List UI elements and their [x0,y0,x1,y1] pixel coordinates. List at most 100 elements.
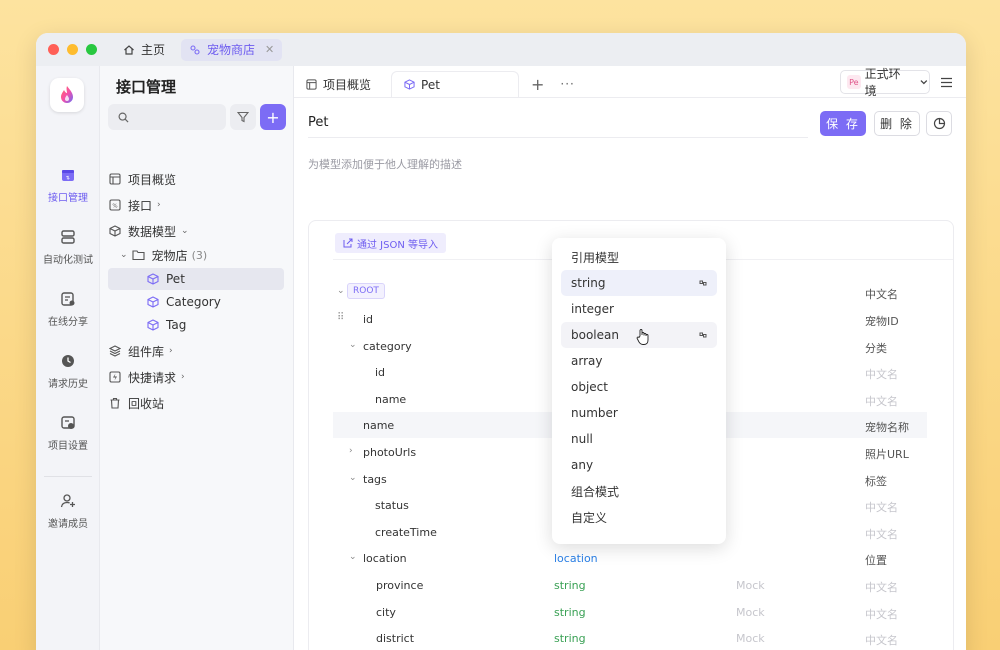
field-name[interactable]: province [376,579,423,592]
tree-item-quick-request[interactable]: 快捷请求 › [108,366,284,388]
pie-chart-icon [933,117,945,130]
field-cn-name[interactable]: 中文名 [865,632,898,648]
field-cn-name[interactable]: 标签 [865,473,887,489]
field-name[interactable]: id [375,366,385,379]
filter-button[interactable] [230,104,256,130]
tree-item-trash[interactable]: 回收站 [108,392,284,414]
tree-item-tag[interactable]: Tag [108,314,284,336]
project-tab[interactable]: 宠物商店 ✕ [181,38,283,61]
nav-divider [44,476,92,477]
schema-row[interactable]: province string Mock 中文名 [333,572,927,598]
field-cn-name[interactable]: 中文名 [865,499,898,515]
flame-logo-icon [61,86,73,103]
tree-item-components[interactable]: 组件库 › [108,340,284,362]
field-name[interactable]: name [363,419,394,432]
field-name[interactable]: location [363,552,407,565]
app-logo[interactable] [50,78,84,112]
chevron-down-icon: ⌄ [181,226,189,236]
save-button[interactable]: 保 存 [820,111,866,136]
field-name[interactable]: city [376,606,396,619]
field-cn-name[interactable]: 中文名 [865,366,898,382]
type-option-null[interactable]: null [561,426,717,452]
tree-item-pet[interactable]: Pet [108,268,284,290]
type-option-integer[interactable]: integer [561,296,717,322]
nav-item-settings[interactable]: 项目设置 [36,414,100,452]
nav-item-api[interactable]: ⇅ 接口管理 [36,166,100,204]
field-cn-name[interactable]: 中文名 [865,393,898,409]
more-tabs-button[interactable]: ··· [560,71,574,97]
tab-overview[interactable]: 项目概览 [294,71,383,97]
nav-item-history[interactable]: 请求历史 [36,352,100,390]
schema-row[interactable]: ⌄ location location 位置 [333,545,927,571]
field-cn-name[interactable]: 中文名 [865,606,898,622]
model-icon [109,225,121,237]
quick-request-icon [109,371,121,383]
maximize-window-button[interactable] [86,44,97,55]
tree-item-pet-store[interactable]: ⌄ 宠物店 (3) [108,244,284,266]
hand-cursor-icon [636,329,649,345]
new-tab-button[interactable]: + [531,71,544,97]
type-option-array[interactable]: array [561,348,717,374]
json-import-button[interactable]: 通过 JSON 等导入 [335,233,447,253]
tree-item-data-models[interactable]: 数据模型 ⌄ [108,220,284,242]
delete-button[interactable]: 删 除 [874,111,920,136]
field-name[interactable]: category [363,340,412,353]
menu-button[interactable] [936,71,956,93]
field-cn-name[interactable]: 照片URL [865,446,909,462]
schema-row[interactable]: city string Mock 中文名 [333,599,927,625]
field-name[interactable]: tags [363,473,387,486]
search-input[interactable] [135,111,215,123]
field-mock[interactable]: Mock [736,632,765,645]
description-input[interactable]: 为模型添加便于他人理解的描述 [308,156,462,172]
chevron-down-icon: ⌄ [349,340,357,350]
field-mock[interactable]: Mock [736,606,765,619]
close-tab-icon[interactable]: ✕ [265,43,274,56]
type-option-string[interactable]: string [561,270,717,296]
tab-pet[interactable]: Pet [391,71,520,97]
add-button[interactable]: + [260,104,286,130]
field-mock[interactable]: Mock [736,579,765,592]
model-name-input[interactable]: Pet [308,110,808,138]
sidebar-search[interactable] [108,104,226,130]
home-tab[interactable]: 主页 [115,39,173,61]
field-name[interactable]: photoUrls [363,446,416,459]
link-icon[interactable] [697,329,709,341]
field-type[interactable]: string [554,606,586,619]
nav-item-share[interactable]: 在线分享 [36,290,100,328]
field-cn-name[interactable]: 宠物ID [865,313,899,329]
type-option-any[interactable]: any [561,452,717,478]
environment-select[interactable]: Pe 正式环境 [840,67,930,98]
field-cn-name[interactable]: 中文名 [865,579,898,595]
more-actions-button[interactable] [926,111,952,136]
close-window-button[interactable] [48,44,59,55]
field-cn-name[interactable]: 分类 [865,340,887,356]
field-name[interactable]: status [375,499,409,512]
field-name[interactable]: district [376,632,414,645]
tree-item-label: 快捷请求 [128,370,177,385]
field-type[interactable]: string [554,632,586,645]
type-option-custom[interactable]: 自定义 [561,504,717,530]
type-option-object[interactable]: object [561,374,717,400]
plus-icon: + [266,107,280,127]
field-type[interactable]: location [554,552,598,565]
field-name[interactable]: id [363,313,373,326]
type-option-ref-model[interactable]: 引用模型 [561,244,717,270]
field-name[interactable]: name [375,393,406,406]
tree-item-overview[interactable]: 项目概览 [108,168,284,190]
nav-item-automation[interactable]: 自动化测试 [36,228,100,266]
tree-item-api[interactable]: % 接口 › [108,194,284,216]
field-cn-name[interactable]: 中文名 [865,286,898,302]
field-type[interactable]: string [554,579,586,592]
minimize-window-button[interactable] [67,44,78,55]
type-option-number[interactable]: number [561,400,717,426]
tree-item-category[interactable]: Category [108,291,284,313]
schema-row[interactable]: district string Mock 中文名 [333,625,927,650]
type-option-composite[interactable]: 组合模式 [561,478,717,504]
link-icon[interactable] [697,277,709,289]
field-cn-name[interactable]: 位置 [865,552,887,568]
field-name[interactable]: createTime [375,526,437,539]
nav-item-invite[interactable]: 邀请成员 [36,492,100,530]
drag-handle-icon[interactable]: ⠿ [337,312,344,323]
field-cn-name[interactable]: 宠物名称 [865,419,909,435]
field-cn-name[interactable]: 中文名 [865,526,898,542]
